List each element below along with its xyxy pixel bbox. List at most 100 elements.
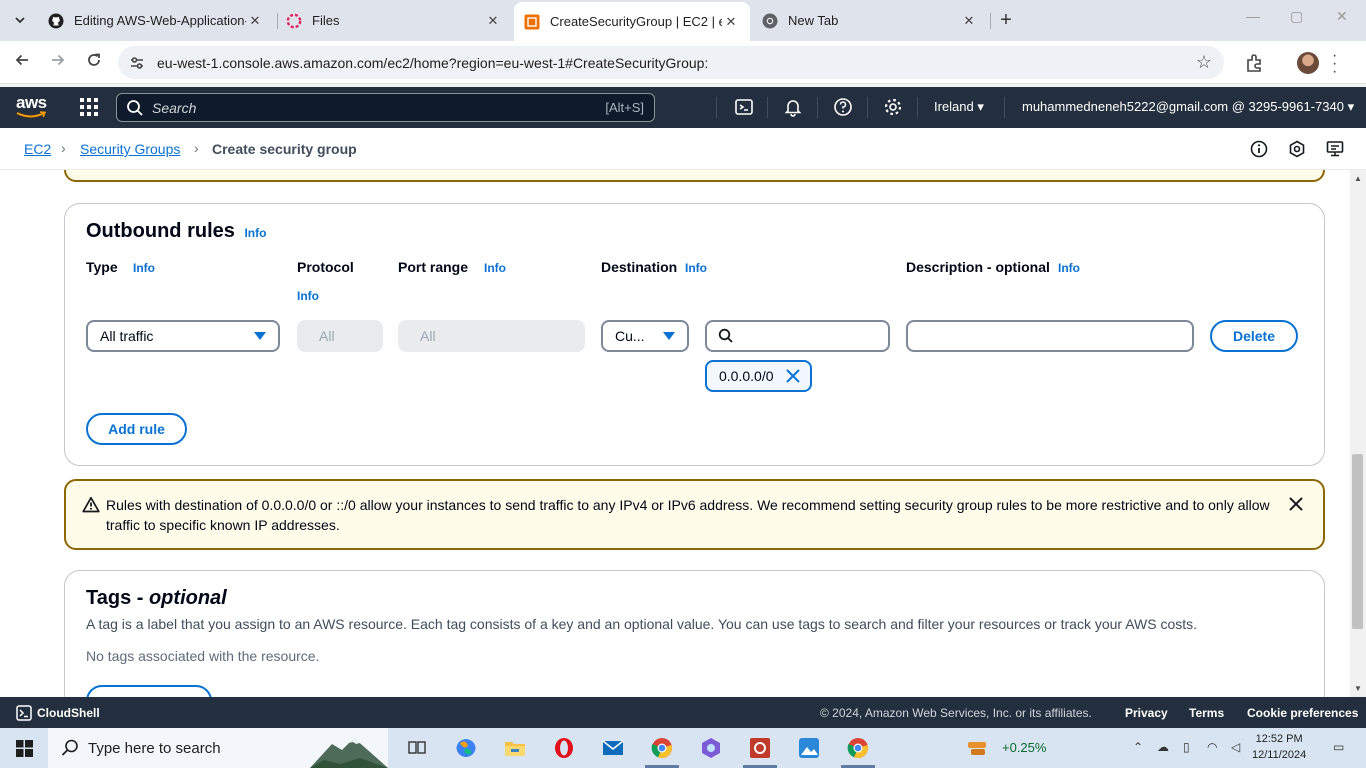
services-grid-icon[interactable]: [80, 98, 98, 116]
cloudshell-icon[interactable]: [16, 705, 32, 721]
files-icon: [286, 13, 302, 29]
site-settings-icon[interactable]: [128, 54, 146, 72]
app-hexagon-icon[interactable]: [699, 736, 723, 760]
extensions-icon[interactable]: [1244, 53, 1264, 73]
chevron-right-icon: ›: [61, 140, 66, 156]
search-icon: [127, 100, 143, 116]
help-icon[interactable]: [833, 97, 853, 117]
stock-widget-icon[interactable]: [966, 736, 988, 760]
cloudshell-link[interactable]: CloudShell: [37, 706, 100, 720]
add-rule-button[interactable]: Add rule: [86, 413, 187, 445]
tab-title: Files: [312, 13, 340, 28]
profile-avatar[interactable]: [1297, 52, 1319, 74]
protocol-info-link[interactable]: Info: [297, 289, 319, 303]
main-content: Outbound rules Info Type Info Protocol I…: [0, 170, 1350, 697]
tags-empty-message: No tags associated with the resource.: [86, 648, 320, 664]
network-icon[interactable]: ☁: [1157, 740, 1169, 754]
photos-icon[interactable]: [797, 736, 821, 760]
tab-github[interactable]: Editing AWS-Web-Application-I ✕: [38, 5, 274, 36]
type-select[interactable]: All traffic: [86, 320, 280, 352]
description-info-link[interactable]: Info: [1058, 261, 1080, 275]
account-menu[interactable]: muhammedneneh5222@gmail.com @ 3295-9961-…: [1022, 99, 1354, 115]
close-tab-icon[interactable]: ✕: [960, 13, 978, 29]
close-tab-icon[interactable]: ✕: [722, 14, 740, 30]
breadcrumb-security-groups[interactable]: Security Groups: [80, 141, 180, 157]
outbound-info-link[interactable]: Info: [244, 226, 266, 240]
port-range-info-link[interactable]: Info: [484, 261, 506, 275]
file-explorer-icon[interactable]: [503, 736, 527, 760]
tab-create-security-group[interactable]: CreateSecurityGroup | EC2 | eu- ✕: [514, 2, 750, 41]
browser-menu-icon[interactable]: · · ·: [1332, 48, 1337, 80]
breadcrumb-current: Create security group: [212, 141, 357, 157]
close-window-icon[interactable]: ✕: [1336, 8, 1348, 25]
chrome-icon[interactable]: [650, 736, 674, 760]
wifi-icon[interactable]: ◠: [1207, 740, 1217, 754]
feedback-icon[interactable]: [1326, 140, 1344, 158]
destination-type-select[interactable]: Cu...: [601, 320, 689, 352]
close-icon[interactable]: [1287, 495, 1305, 513]
aws-console-header: aws Search [Alt+S] Ireland ▾ muhammednen…: [0, 87, 1366, 128]
destination-search-input[interactable]: [705, 320, 890, 352]
cloudshell-icon[interactable]: [734, 97, 754, 117]
aws-logo-text: aws: [16, 93, 47, 112]
protocol-field: All: [297, 320, 383, 352]
tab-new-tab[interactable]: New Tab ✕: [752, 5, 988, 36]
remove-token-icon[interactable]: [784, 367, 802, 385]
system-clock[interactable]: 12:52 PM 12/11/2024: [1252, 731, 1306, 763]
tray-app-icon[interactable]: ▯: [1183, 740, 1190, 754]
breadcrumb-ec2[interactable]: EC2: [24, 141, 51, 157]
clock-time: 12:52 PM: [1255, 733, 1303, 745]
open-destination-warning: Rules with destination of 0.0.0.0/0 or :…: [64, 479, 1325, 550]
close-tab-icon[interactable]: ✕: [484, 13, 502, 29]
maximize-icon[interactable]: ▢: [1290, 8, 1303, 25]
copilot-icon[interactable]: [454, 736, 478, 760]
tab-search-button[interactable]: [6, 6, 34, 34]
aws-console-footer: CloudShell © 2024, Amazon Web Services, …: [0, 697, 1366, 728]
scroll-up-icon[interactable]: ▲: [1354, 174, 1362, 183]
bookmark-star-icon[interactable]: ☆: [1196, 52, 1212, 73]
forward-icon[interactable]: [47, 52, 69, 74]
settings-gear-icon[interactable]: [883, 97, 903, 117]
privacy-link[interactable]: Privacy: [1125, 706, 1168, 720]
opera-icon[interactable]: [552, 736, 576, 760]
add-tag-button[interactable]: [86, 685, 212, 697]
header-divider: [917, 97, 918, 118]
url-bar[interactable]: eu-west-1.console.aws.amazon.com/ec2/hom…: [118, 46, 1224, 79]
chevron-right-icon: ›: [194, 140, 199, 156]
mail-icon[interactable]: [601, 736, 625, 760]
taskbar-search-box[interactable]: Type here to search: [48, 728, 388, 768]
destination-token-value: 0.0.0.0/0: [719, 368, 774, 384]
app-red-icon[interactable]: [748, 736, 772, 760]
stock-widget[interactable]: +0.25%: [998, 740, 1046, 755]
terms-link[interactable]: Terms: [1189, 706, 1224, 720]
volume-icon[interactable]: ◁: [1231, 740, 1240, 754]
task-view-icon[interactable]: [405, 736, 429, 760]
info-panel-icon[interactable]: [1250, 140, 1268, 158]
windows-start-icon[interactable]: [16, 740, 33, 757]
chrome-profile-icon[interactable]: [846, 736, 870, 760]
page-scrollbar[interactable]: ▲ ▼: [1350, 170, 1366, 697]
aws-logo[interactable]: aws: [16, 93, 50, 119]
warning-icon: [82, 496, 100, 513]
destination-info-link[interactable]: Info: [685, 261, 707, 275]
delete-rule-button[interactable]: Delete: [1210, 320, 1298, 352]
protocol-value: All: [319, 328, 335, 344]
notifications-bell-icon[interactable]: [783, 97, 803, 117]
back-icon[interactable]: [11, 52, 33, 74]
scrollbar-thumb[interactable]: [1352, 454, 1363, 629]
reload-icon[interactable]: [83, 52, 105, 74]
hexagon-settings-icon[interactable]: [1288, 140, 1306, 158]
tab-files[interactable]: Files ✕: [276, 5, 512, 36]
tray-overflow-icon[interactable]: ⌃: [1133, 740, 1143, 754]
header-divider: [767, 97, 768, 118]
scroll-down-icon[interactable]: ▼: [1354, 684, 1362, 693]
new-tab-button[interactable]: +: [994, 7, 1018, 33]
minimize-icon[interactable]: —: [1246, 8, 1260, 24]
type-info-link[interactable]: Info: [133, 261, 155, 275]
aws-search-input[interactable]: Search [Alt+S]: [116, 93, 655, 122]
notification-center-icon[interactable]: ▭: [1333, 740, 1344, 754]
region-selector[interactable]: Ireland ▾: [934, 99, 984, 115]
description-input[interactable]: [906, 320, 1194, 352]
cookie-preferences-link[interactable]: Cookie preferences: [1247, 706, 1358, 720]
close-tab-icon[interactable]: ✕: [246, 13, 264, 29]
